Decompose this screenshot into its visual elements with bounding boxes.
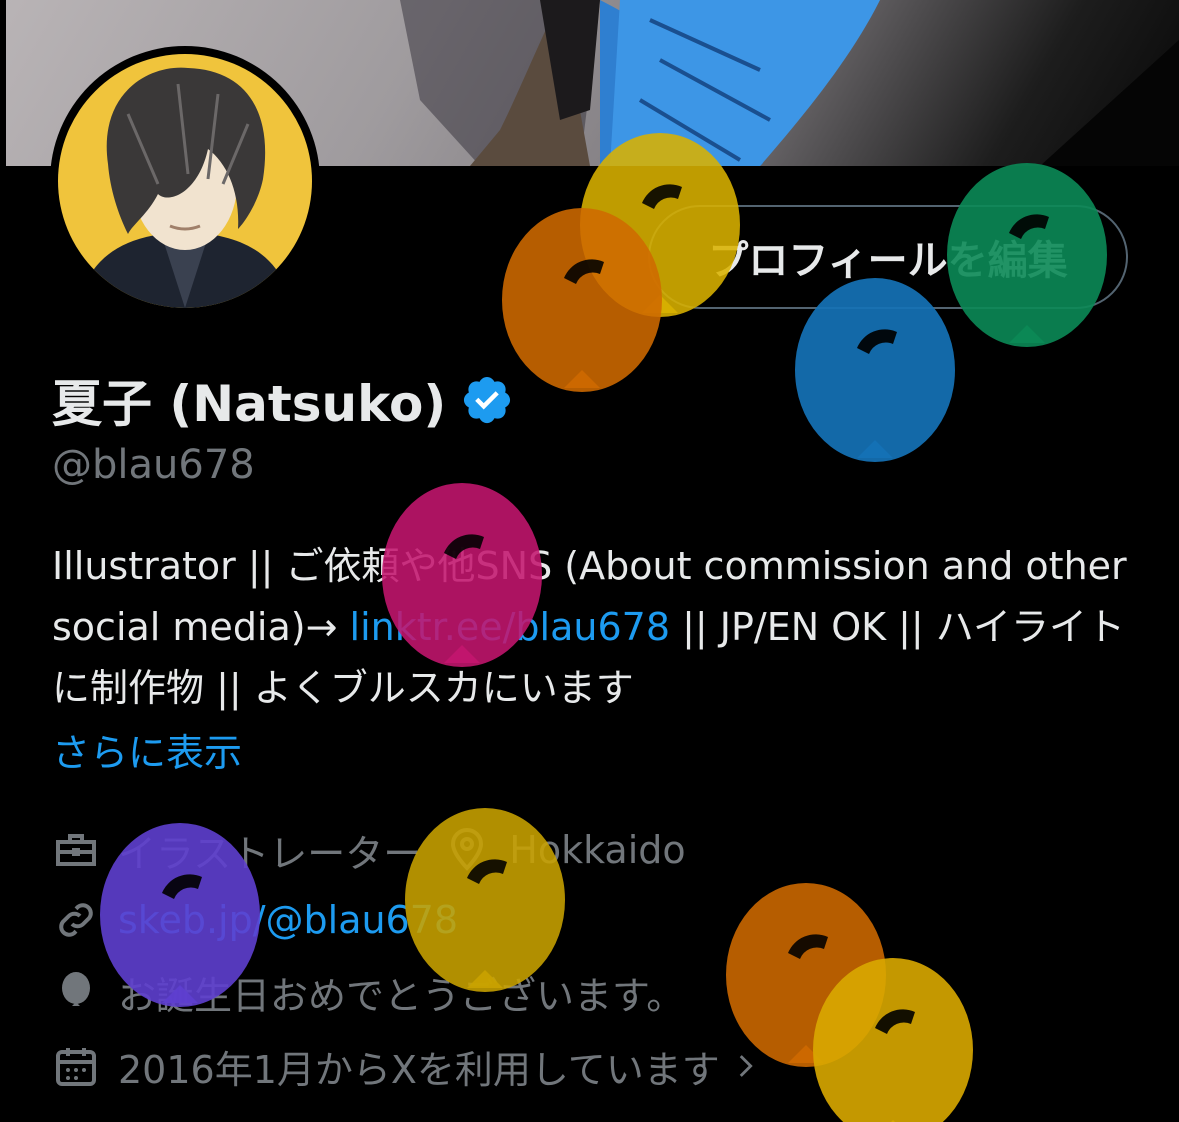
name-row: 夏子 (Natsuko)	[52, 360, 514, 440]
profile-meta-website: skeb.jp/@blau678	[52, 890, 458, 950]
username-handle: @blau678	[52, 442, 255, 488]
joined-text: 2016年1月からXを利用しています	[118, 1047, 720, 1092]
edit-profile-button[interactable]: プロフィールを編集	[648, 205, 1128, 309]
calendar-icon	[56, 1048, 96, 1086]
profile-meta-birthday: お誕生日おめでとうございます。	[52, 962, 684, 1022]
briefcase-icon	[56, 834, 96, 866]
occupation-text: イラストレーター	[118, 831, 422, 876]
avatar[interactable]	[50, 46, 320, 316]
show-more-link[interactable]: さらに表示	[52, 722, 242, 777]
birthday-text: お誕生日おめでとうございます。	[118, 973, 685, 1018]
profile-meta-joined: 2016年1月からXを利用しています	[52, 1036, 780, 1096]
display-name: 夏子 (Natsuko)	[52, 375, 447, 433]
bio: Illustrator || ご依頼や他SNS (About commissio…	[52, 536, 1142, 719]
balloon-icon	[62, 972, 90, 1006]
location-pin-icon	[451, 828, 484, 871]
verified-badge-icon[interactable]	[460, 373, 514, 427]
avatar-image	[58, 54, 312, 308]
banner-edge	[0, 0, 6, 166]
balloon-yellow-3	[813, 958, 973, 1122]
profile-meta-occupation-location: イラストレーター Hokkaido	[52, 820, 686, 880]
chevron-right-icon[interactable]	[728, 1049, 762, 1083]
balloon-orange-1	[502, 208, 662, 392]
link-icon	[59, 903, 93, 937]
website-link[interactable]: skeb.jp/@blau678	[118, 898, 458, 942]
location-text: Hokkaido	[509, 828, 686, 872]
bio-link[interactable]: linktr.ee/blau678	[350, 605, 670, 649]
